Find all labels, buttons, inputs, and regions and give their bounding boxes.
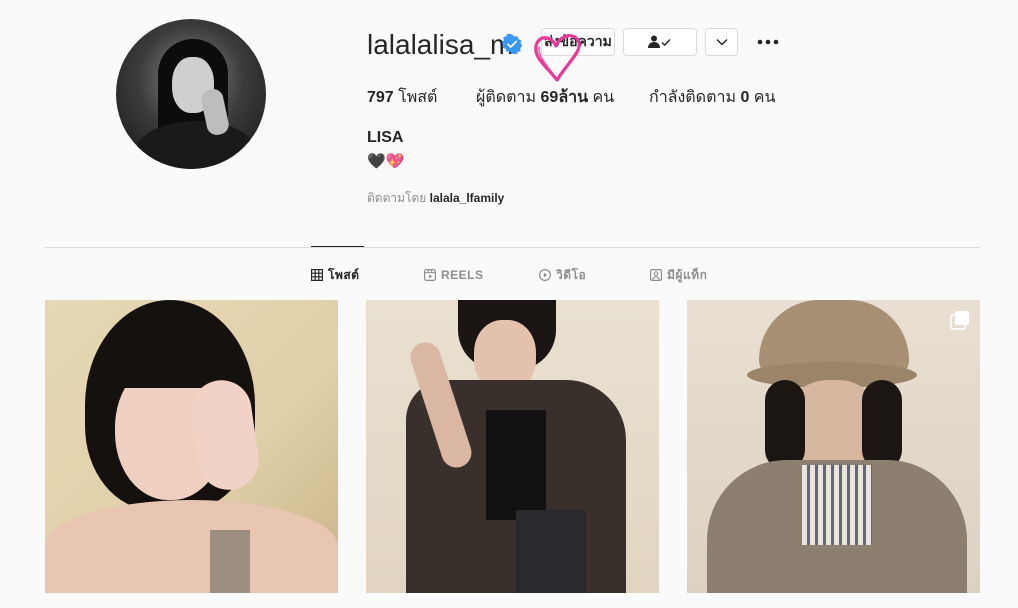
verified-badge-icon: [502, 34, 522, 54]
person-check-icon: [648, 35, 671, 48]
suggested-dropdown-button[interactable]: [705, 28, 738, 56]
profile-full-name: LISA: [367, 129, 404, 146]
profile-bio: 🖤💖: [367, 153, 405, 170]
posts-stat: 797 โพสต์: [367, 88, 437, 108]
more-dots-icon[interactable]: [756, 34, 780, 50]
message-button-label: ส่งข้อความ: [544, 33, 612, 49]
carousel-icon: [950, 311, 969, 330]
post-thumbnail[interactable]: [687, 300, 980, 593]
following-prefix: กำลังติดตาม: [649, 89, 741, 106]
message-button[interactable]: ส่งข้อความ: [541, 28, 615, 56]
followed-by-line[interactable]: ติดตามโดย lalala_lfamily: [367, 189, 504, 208]
tab-tagged[interactable]: มีผู้แท็ก: [650, 266, 707, 284]
followers-count: 69ล้าน: [540, 89, 589, 106]
reels-icon: [424, 269, 436, 281]
tab-posts[interactable]: โพสต์: [311, 266, 359, 284]
tab-reels-label: REELS: [441, 268, 484, 282]
post-thumbnail[interactable]: [45, 300, 338, 593]
profile-divider: [45, 247, 980, 248]
tab-videos-label: วิดีโอ: [556, 267, 587, 282]
tagged-icon: [650, 269, 662, 281]
followers-suffix: คน: [588, 89, 615, 106]
followed-by-prefix: ติดตามโดย: [367, 191, 427, 205]
chevron-down-icon: [716, 39, 727, 46]
following-button[interactable]: [623, 28, 697, 56]
tab-tagged-label: มีผู้แท็ก: [667, 267, 708, 282]
following-stat[interactable]: กำลังติดตาม 0 คน: [649, 88, 775, 108]
tab-reels[interactable]: REELS: [424, 266, 484, 284]
post-thumbnail[interactable]: [366, 300, 659, 593]
following-suffix: คน: [749, 89, 776, 106]
posts-label: โพสต์: [393, 89, 438, 106]
followers-prefix: ผู้ติดตาม: [476, 89, 541, 106]
profile-username: lalalalisa_m: [367, 29, 514, 60]
followed-by-user[interactable]: lalala_lfamily: [430, 191, 505, 205]
followers-stat[interactable]: ผู้ติดตาม 69ล้าน คน: [476, 88, 614, 108]
tab-posts-label: โพสต์: [328, 267, 360, 282]
following-count: 0: [740, 89, 750, 106]
grid-icon: [311, 269, 323, 281]
posts-count: 797: [367, 89, 394, 106]
active-tab-indicator: [311, 246, 364, 247]
tab-videos[interactable]: วิดีโอ: [539, 266, 586, 284]
video-icon: [539, 269, 551, 281]
profile-avatar[interactable]: [116, 19, 266, 169]
